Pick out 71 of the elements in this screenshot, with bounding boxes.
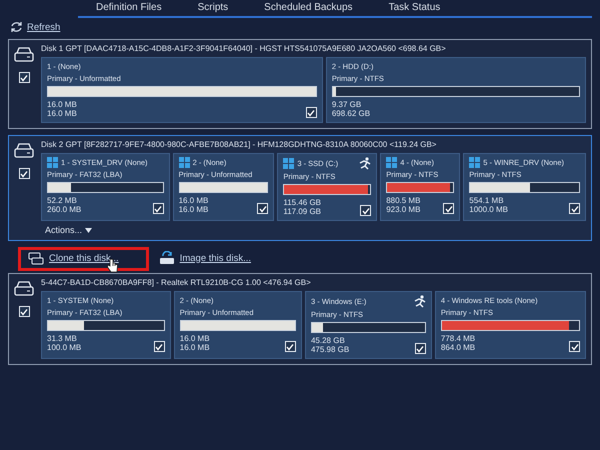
used-size: 45.28 GB <box>310 336 346 345</box>
check-icon <box>362 206 370 214</box>
total-size: 475.98 GB <box>310 345 350 354</box>
check-icon <box>258 204 267 212</box>
total-size: 864.0 MB <box>440 343 476 352</box>
total-size: 117.09 GB <box>283 207 321 216</box>
used-size: 52.2 MB <box>47 196 78 205</box>
check-icon <box>444 204 453 212</box>
hard-drive-icon <box>14 142 34 158</box>
check-icon <box>570 204 578 212</box>
tab[interactable]: Scripts <box>180 0 246 16</box>
check-icon <box>155 342 164 350</box>
checkbox[interactable] <box>152 203 164 214</box>
used-size: 16.0 MB <box>180 334 210 343</box>
total-size: 1000.0 MB <box>469 205 508 214</box>
hard-drive-icon <box>14 280 34 296</box>
actions-dropdown[interactable]: Actions... <box>45 225 92 235</box>
used-size: 115.46 GB <box>283 198 321 207</box>
check-icon <box>307 108 316 116</box>
checkbox[interactable] <box>414 343 426 354</box>
disk-header: 5-44C7-BA1D-CB8670BA9FF8] - Realtek RTL9210B-CG 1.00 <476.94 GB> <box>41 278 312 287</box>
refresh-link[interactable]: Refresh <box>27 22 60 32</box>
used-size: 16.0 MB <box>178 196 208 205</box>
disk-header: Disk 1 GPT [DAAC4718-A15C-4DB8-A1F2-3F9041F64040] - HGST HTS541075A9E680 JA2OA560 <698.64 GB> <box>41 44 447 53</box>
windows-logo-icon <box>178 157 190 168</box>
check-icon <box>20 170 28 178</box>
check-icon <box>20 74 28 82</box>
used-size: 778.4 MB <box>440 334 476 343</box>
tab[interactable]: Scheduled Backups <box>246 0 371 16</box>
checkbox[interactable] <box>569 203 580 214</box>
checkbox[interactable] <box>257 203 268 214</box>
checkbox[interactable] <box>18 306 30 317</box>
windows-logo-icon <box>386 157 398 168</box>
windows-logo-icon <box>469 157 480 168</box>
total-size: 100.0 MB <box>47 343 82 352</box>
used-size: 16.0 MB <box>47 100 77 109</box>
image-disk-icon[interactable] <box>158 251 175 265</box>
windows-logo-icon <box>47 157 58 168</box>
total-size: 698.62 GB <box>332 109 370 118</box>
image-disk-link[interactable]: Image this disk... <box>180 252 251 264</box>
check-icon <box>20 308 28 316</box>
caret-icon <box>85 228 92 232</box>
refresh-icon[interactable] <box>10 21 23 33</box>
total-size: 16.0 MB <box>47 109 77 118</box>
disk-header: Disk 2 GPT [8F282717-9FE7-4800-980C-AFBE7B08AB21] - HFM128GDHTNG-8310A 80060C00 <119.24 GB> <box>41 140 438 149</box>
clone-disk-icon[interactable] <box>28 252 44 264</box>
hard-drive-icon <box>14 46 34 62</box>
total-size: 923.0 MB <box>386 205 420 214</box>
clone-disk-link[interactable]: Clone this disk... <box>49 252 119 264</box>
tab[interactable]: Definition Files <box>78 0 180 16</box>
used-size: 554.1 MB <box>469 196 505 205</box>
used-size: 9.37 GB <box>332 100 362 109</box>
used-size: 880.5 MB <box>386 196 420 205</box>
windows-logo-icon <box>283 158 294 169</box>
checkbox[interactable] <box>360 205 372 216</box>
check-icon <box>286 342 294 350</box>
checkbox[interactable] <box>18 72 30 83</box>
checkbox[interactable] <box>18 168 30 179</box>
checkbox[interactable] <box>569 341 580 352</box>
total-size: 260.0 MB <box>47 205 82 214</box>
check-icon <box>154 204 162 212</box>
checkbox[interactable] <box>443 203 454 214</box>
used-size: 31.3 MB <box>47 334 78 343</box>
check-icon <box>416 344 424 352</box>
check-icon <box>570 342 579 350</box>
total-size: 16.0 MB <box>180 343 210 352</box>
checkbox[interactable] <box>284 341 296 352</box>
tab[interactable]: Task Status <box>370 0 458 16</box>
checkbox[interactable] <box>154 341 165 352</box>
total-size: 16.0 MB <box>178 205 208 214</box>
checkbox[interactable] <box>306 107 317 118</box>
